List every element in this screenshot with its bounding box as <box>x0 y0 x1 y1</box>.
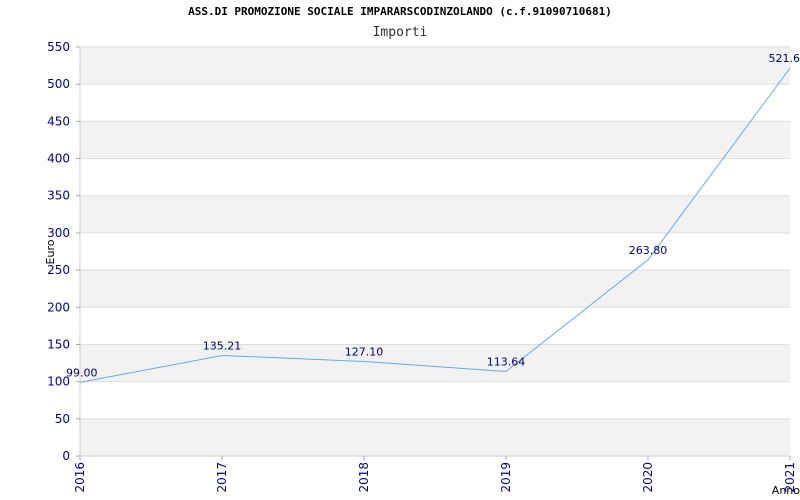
y-tick-label: 50 <box>55 412 70 426</box>
x-tick-label: 2020 <box>641 462 655 493</box>
data-label: 135.21 <box>203 339 242 352</box>
grid-band <box>80 344 790 382</box>
chart: ASS.DI PROMOZIONE SOCIALE IMPARARSCODINZ… <box>0 0 800 500</box>
x-tick-label: 2016 <box>73 462 87 493</box>
y-tick-label: 350 <box>47 189 70 203</box>
grid-band <box>80 121 790 159</box>
x-axis-label: Anno <box>772 484 800 497</box>
plot-area: 0501001502002503003504004505005502016 201… <box>44 40 800 497</box>
data-label: 113.64 <box>487 355 526 368</box>
y-tick-label: 500 <box>47 77 70 91</box>
x-tick-label: 2017 <box>215 462 229 493</box>
y-tick-label: 200 <box>47 300 70 314</box>
grid-band <box>80 270 790 308</box>
y-tick-label: 0 <box>62 449 70 463</box>
grid-band <box>80 195 790 233</box>
data-label: 127.10 <box>345 345 384 358</box>
data-label: 521.6 <box>769 52 800 65</box>
y-axis-label: Euro <box>44 239 57 264</box>
y-tick-label: 450 <box>47 114 70 128</box>
grid-band <box>80 47 790 85</box>
y-tick-label: 300 <box>47 226 70 240</box>
grid-band <box>80 418 790 456</box>
x-tick-label: 2018 <box>357 462 371 493</box>
y-tick-label: 550 <box>47 40 70 54</box>
x-tick-label: 2019 <box>499 462 513 493</box>
y-tick-label: 150 <box>47 337 70 351</box>
data-label: 263.80 <box>629 244 668 257</box>
data-label: 99.00 <box>66 366 98 379</box>
y-tick-label: 400 <box>47 152 70 166</box>
